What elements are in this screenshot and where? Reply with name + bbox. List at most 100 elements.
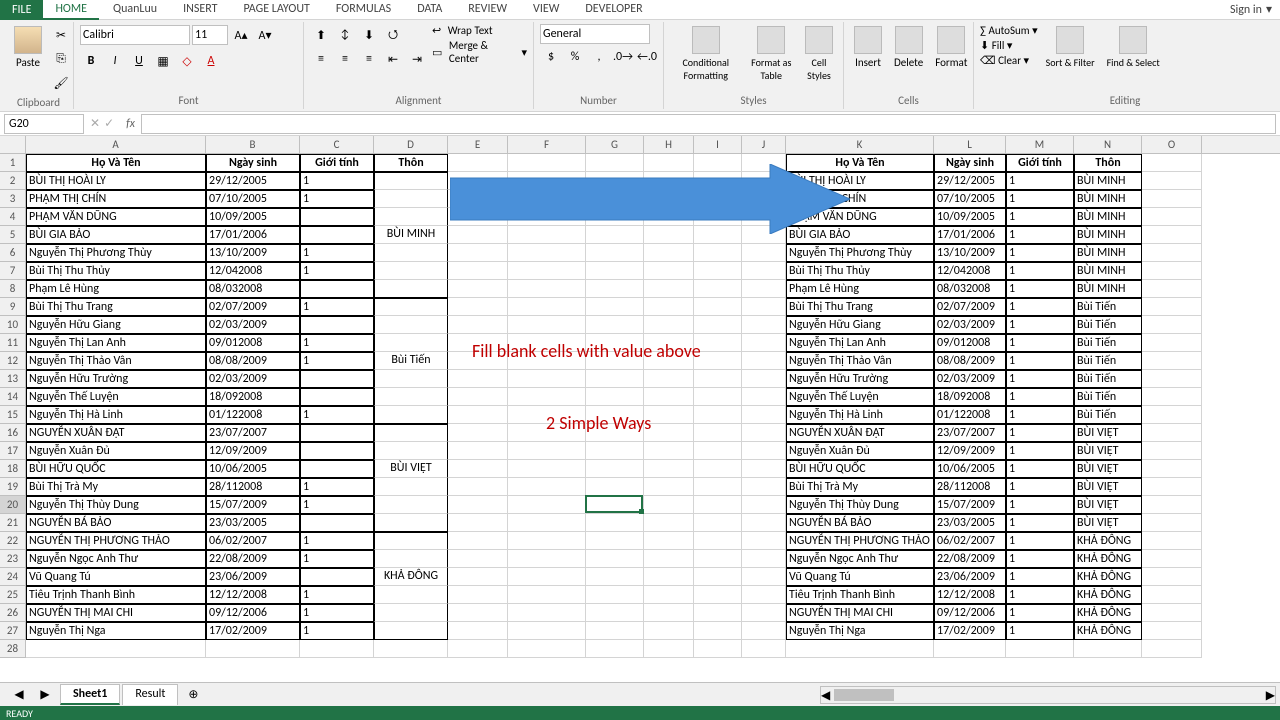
cell[interactable] — [742, 406, 786, 424]
cell[interactable] — [694, 532, 742, 550]
align-center-icon[interactable]: ≡ — [334, 48, 356, 70]
cell[interactable] — [1142, 334, 1202, 352]
cell[interactable] — [508, 298, 586, 316]
tab-view[interactable]: VIEW — [521, 0, 571, 20]
cell[interactable]: 22/08/2009 — [934, 550, 1006, 568]
cell[interactable]: 1 — [1006, 190, 1074, 208]
cell[interactable]: BÙI GIA BẢO — [26, 226, 206, 244]
row-header[interactable]: 13 — [0, 370, 26, 388]
cell[interactable] — [1006, 640, 1074, 658]
conditional-formatting-button[interactable]: Conditional Formatting — [670, 24, 742, 84]
increase-decimal-icon[interactable]: .0→ — [612, 46, 634, 68]
row-header[interactable]: 14 — [0, 388, 26, 406]
cell[interactable] — [742, 244, 786, 262]
cell[interactable]: BÙI VIỆT — [374, 460, 448, 478]
cell[interactable] — [374, 172, 448, 190]
cell[interactable]: 1 — [1006, 442, 1074, 460]
cell[interactable]: 09/012008 — [934, 334, 1006, 352]
cell[interactable] — [508, 604, 586, 622]
cell[interactable] — [644, 460, 694, 478]
cell[interactable]: Bùi Tiến — [1074, 334, 1142, 352]
cell[interactable]: NGUYỄN THỊ PHƯƠNG THẢO — [786, 532, 934, 550]
cell[interactable] — [644, 244, 694, 262]
col-header-K[interactable]: K — [786, 136, 934, 153]
cell[interactable] — [934, 640, 1006, 658]
cell[interactable]: 17/01/2006 — [934, 226, 1006, 244]
cell[interactable] — [300, 514, 374, 532]
cell[interactable]: 02/07/2009 — [206, 298, 300, 316]
col-header-F[interactable]: F — [508, 136, 586, 153]
align-bottom-icon[interactable]: ⬇ — [358, 24, 380, 46]
cell[interactable]: BÙI VIỆT — [1074, 478, 1142, 496]
new-sheet-button[interactable]: ⊕ — [182, 684, 204, 706]
sheet-nav-prev-icon[interactable]: ◀ — [8, 684, 30, 706]
cell[interactable]: 15/07/2009 — [206, 496, 300, 514]
cell[interactable]: 10/06/2005 — [206, 460, 300, 478]
cell[interactable] — [586, 622, 644, 640]
cell[interactable]: 1 — [300, 604, 374, 622]
cell[interactable]: NGUYỄN THỊ MAI CHI — [26, 604, 206, 622]
row-header[interactable]: 4 — [0, 208, 26, 226]
cell[interactable]: Giới tính — [300, 154, 374, 172]
cell[interactable]: BÙI MINH — [1074, 208, 1142, 226]
col-header-I[interactable]: I — [694, 136, 742, 153]
cell[interactable] — [586, 640, 644, 658]
cell[interactable] — [508, 640, 586, 658]
cell[interactable] — [508, 478, 586, 496]
cell[interactable] — [1142, 190, 1202, 208]
cell[interactable] — [694, 280, 742, 298]
cell[interactable]: 15/07/2009 — [934, 496, 1006, 514]
cell[interactable] — [374, 298, 448, 316]
cell[interactable]: Nguyễn Hữu Giang — [786, 316, 934, 334]
cell[interactable]: BÙI HỮU QUỐC — [786, 460, 934, 478]
cell[interactable] — [448, 406, 508, 424]
cell[interactable]: 1 — [1006, 172, 1074, 190]
cell[interactable]: Bùi Thị Trà My — [26, 478, 206, 496]
cell[interactable] — [448, 604, 508, 622]
cell[interactable]: 23/03/2005 — [206, 514, 300, 532]
cell[interactable]: NGUYỄN THỊ MAI CHI — [786, 604, 934, 622]
cell[interactable] — [694, 388, 742, 406]
cell[interactable]: 1 — [1006, 514, 1074, 532]
cell[interactable]: 1 — [300, 532, 374, 550]
format-as-table-button[interactable]: Format as Table — [746, 24, 798, 84]
cell[interactable] — [586, 388, 644, 406]
col-header-M[interactable]: M — [1006, 136, 1074, 153]
cell[interactable]: Ngày sinh — [206, 154, 300, 172]
cell[interactable] — [742, 604, 786, 622]
cell[interactable] — [694, 496, 742, 514]
cell[interactable]: 1 — [1006, 226, 1074, 244]
cell[interactable] — [694, 640, 742, 658]
cell[interactable] — [448, 550, 508, 568]
cell[interactable] — [742, 298, 786, 316]
cell[interactable]: Thôn — [374, 154, 448, 172]
cell[interactable]: 1 — [300, 172, 374, 190]
cancel-formula-icon[interactable]: ✕ — [90, 116, 100, 131]
cell[interactable] — [448, 370, 508, 388]
cell[interactable] — [1142, 280, 1202, 298]
col-header-N[interactable]: N — [1074, 136, 1142, 153]
row-header[interactable]: 21 — [0, 514, 26, 532]
align-right-icon[interactable]: ≡ — [358, 48, 380, 70]
cell[interactable] — [742, 442, 786, 460]
cell[interactable] — [644, 568, 694, 586]
currency-icon[interactable]: $ — [540, 46, 562, 68]
cell[interactable]: BÙI VIỆT — [1074, 514, 1142, 532]
cell[interactable]: 02/07/2009 — [934, 298, 1006, 316]
cell[interactable]: Bùi Thị Trà My — [786, 478, 934, 496]
cell[interactable]: 13/10/2009 — [206, 244, 300, 262]
cell[interactable]: BÙI HỮU QUỐC — [26, 460, 206, 478]
cell[interactable] — [694, 550, 742, 568]
cell[interactable]: Nguyễn Thị Hà Linh — [786, 406, 934, 424]
cell[interactable] — [448, 586, 508, 604]
cell[interactable]: KHẢ ĐÔNG — [1074, 604, 1142, 622]
merge-center-button[interactable]: ▭ Merge & Center ▾ — [432, 39, 527, 65]
cell[interactable]: 1 — [1006, 586, 1074, 604]
cell[interactable]: Nguyễn Ngọc Anh Thư — [786, 550, 934, 568]
borders-icon[interactable]: ▦ — [152, 50, 174, 72]
row-header[interactable]: 12 — [0, 352, 26, 370]
cell[interactable] — [694, 262, 742, 280]
tab-developer[interactable]: DEVELOPER — [573, 0, 654, 20]
cell[interactable] — [742, 640, 786, 658]
cell[interactable] — [374, 388, 448, 406]
